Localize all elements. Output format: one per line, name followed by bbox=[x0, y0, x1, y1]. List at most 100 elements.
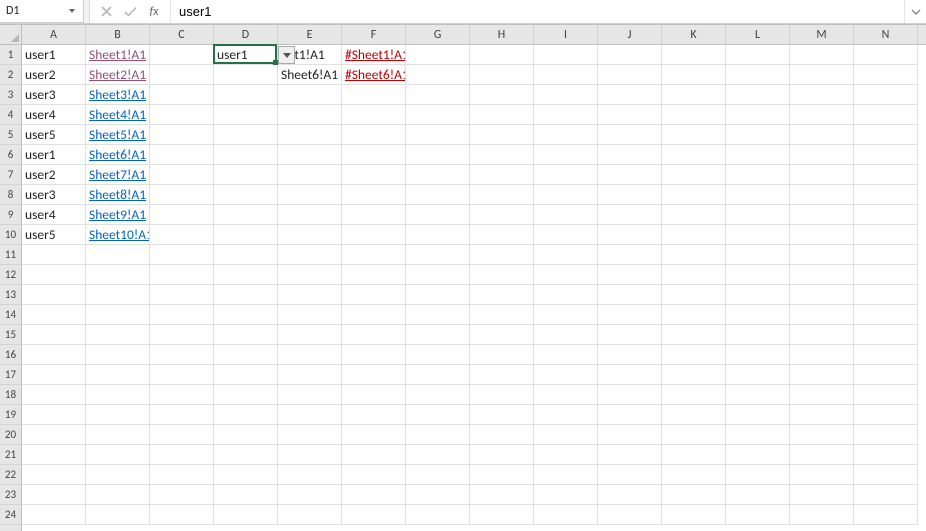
cell-C7[interactable] bbox=[150, 165, 214, 185]
cell-C18[interactable] bbox=[150, 385, 214, 405]
cell-I18[interactable] bbox=[534, 385, 598, 405]
cell-G1[interactable] bbox=[406, 45, 470, 65]
cell-B2[interactable]: Sheet2!A1 bbox=[86, 65, 150, 85]
row-header-16[interactable]: 16 bbox=[0, 345, 21, 365]
cell-G23[interactable] bbox=[406, 485, 470, 505]
cell-K13[interactable] bbox=[662, 285, 726, 305]
cell-H23[interactable] bbox=[470, 485, 534, 505]
row-header-15[interactable]: 15 bbox=[0, 325, 21, 345]
cell-B18[interactable] bbox=[86, 385, 150, 405]
cell-N3[interactable] bbox=[854, 85, 918, 105]
cell-F17[interactable] bbox=[342, 365, 406, 385]
cell-A8[interactable]: user3 bbox=[22, 185, 86, 205]
cell-N2[interactable] bbox=[854, 65, 918, 85]
cell-N14[interactable] bbox=[854, 305, 918, 325]
cell-B21[interactable] bbox=[86, 445, 150, 465]
cell-D15[interactable] bbox=[214, 325, 278, 345]
cell-I13[interactable] bbox=[534, 285, 598, 305]
cell-C17[interactable] bbox=[150, 365, 214, 385]
cell-E9[interactable] bbox=[278, 205, 342, 225]
cell-M2[interactable] bbox=[790, 65, 854, 85]
row-header-23[interactable]: 23 bbox=[0, 485, 21, 505]
row-header-1[interactable]: 1 bbox=[0, 45, 21, 65]
cell-E4[interactable] bbox=[278, 105, 342, 125]
cell-N13[interactable] bbox=[854, 285, 918, 305]
cell-G6[interactable] bbox=[406, 145, 470, 165]
cell-F16[interactable] bbox=[342, 345, 406, 365]
cell-F5[interactable] bbox=[342, 125, 406, 145]
cell-J6[interactable] bbox=[598, 145, 662, 165]
cell-E17[interactable] bbox=[278, 365, 342, 385]
cell-G22[interactable] bbox=[406, 465, 470, 485]
cell-G7[interactable] bbox=[406, 165, 470, 185]
cell-F18[interactable] bbox=[342, 385, 406, 405]
cell-I16[interactable] bbox=[534, 345, 598, 365]
cell-C5[interactable] bbox=[150, 125, 214, 145]
cell-B3[interactable]: Sheet3!A1 bbox=[86, 85, 150, 105]
cell-N6[interactable] bbox=[854, 145, 918, 165]
cell-M10[interactable] bbox=[790, 225, 854, 245]
cell-H12[interactable] bbox=[470, 265, 534, 285]
cell-N17[interactable] bbox=[854, 365, 918, 385]
cell-E8[interactable] bbox=[278, 185, 342, 205]
cell-H10[interactable] bbox=[470, 225, 534, 245]
cell-A13[interactable] bbox=[22, 285, 86, 305]
cell-K17[interactable] bbox=[662, 365, 726, 385]
cell-H7[interactable] bbox=[470, 165, 534, 185]
cell-A9[interactable]: user4 bbox=[22, 205, 86, 225]
cell-I10[interactable] bbox=[534, 225, 598, 245]
cell-H6[interactable] bbox=[470, 145, 534, 165]
cell-J15[interactable] bbox=[598, 325, 662, 345]
row-header-3[interactable]: 3 bbox=[0, 85, 21, 105]
cell-C19[interactable] bbox=[150, 405, 214, 425]
cell-J16[interactable] bbox=[598, 345, 662, 365]
hyperlink[interactable]: Sheet6!A1 bbox=[89, 146, 146, 163]
cell-B6[interactable]: Sheet6!A1 bbox=[86, 145, 150, 165]
column-header-E[interactable]: E bbox=[278, 25, 342, 44]
cell-J23[interactable] bbox=[598, 485, 662, 505]
cell-D23[interactable] bbox=[214, 485, 278, 505]
cell-I2[interactable] bbox=[534, 65, 598, 85]
cell-F1[interactable]: #Sheet1!A1 bbox=[342, 45, 406, 65]
row-header-22[interactable]: 22 bbox=[0, 465, 21, 485]
cell-E23[interactable] bbox=[278, 485, 342, 505]
cell-C2[interactable] bbox=[150, 65, 214, 85]
cell-A15[interactable] bbox=[22, 325, 86, 345]
name-box-dropdown-icon[interactable] bbox=[65, 4, 79, 18]
cell-A17[interactable] bbox=[22, 365, 86, 385]
cell-G16[interactable] bbox=[406, 345, 470, 365]
cell-C24[interactable] bbox=[150, 505, 214, 525]
row-header-4[interactable]: 4 bbox=[0, 105, 21, 125]
cell-G12[interactable] bbox=[406, 265, 470, 285]
cell-C10[interactable] bbox=[150, 225, 214, 245]
cell-N11[interactable] bbox=[854, 245, 918, 265]
cell-N16[interactable] bbox=[854, 345, 918, 365]
cell-H9[interactable] bbox=[470, 205, 534, 225]
cell-G8[interactable] bbox=[406, 185, 470, 205]
cell-F12[interactable] bbox=[342, 265, 406, 285]
cell-A6[interactable]: user1 bbox=[22, 145, 86, 165]
cell-N18[interactable] bbox=[854, 385, 918, 405]
cell-D19[interactable] bbox=[214, 405, 278, 425]
cell-I7[interactable] bbox=[534, 165, 598, 185]
row-header-11[interactable]: 11 bbox=[0, 245, 21, 265]
row-header-6[interactable]: 6 bbox=[0, 145, 21, 165]
cell-E10[interactable] bbox=[278, 225, 342, 245]
cell-H16[interactable] bbox=[470, 345, 534, 365]
cell-L12[interactable] bbox=[726, 265, 790, 285]
cell-A12[interactable] bbox=[22, 265, 86, 285]
cell-I3[interactable] bbox=[534, 85, 598, 105]
cells-area[interactable]: user1Sheet1!A1user1eet1!A1#Sheet1!A1user… bbox=[22, 45, 926, 531]
cell-B7[interactable]: Sheet7!A1 bbox=[86, 165, 150, 185]
cell-B5[interactable]: Sheet5!A1 bbox=[86, 125, 150, 145]
cell-N20[interactable] bbox=[854, 425, 918, 445]
cell-H15[interactable] bbox=[470, 325, 534, 345]
cell-E18[interactable] bbox=[278, 385, 342, 405]
cell-C23[interactable] bbox=[150, 485, 214, 505]
cell-J9[interactable] bbox=[598, 205, 662, 225]
cell-M3[interactable] bbox=[790, 85, 854, 105]
cell-L19[interactable] bbox=[726, 405, 790, 425]
cell-G3[interactable] bbox=[406, 85, 470, 105]
cell-D4[interactable] bbox=[214, 105, 278, 125]
cell-L5[interactable] bbox=[726, 125, 790, 145]
